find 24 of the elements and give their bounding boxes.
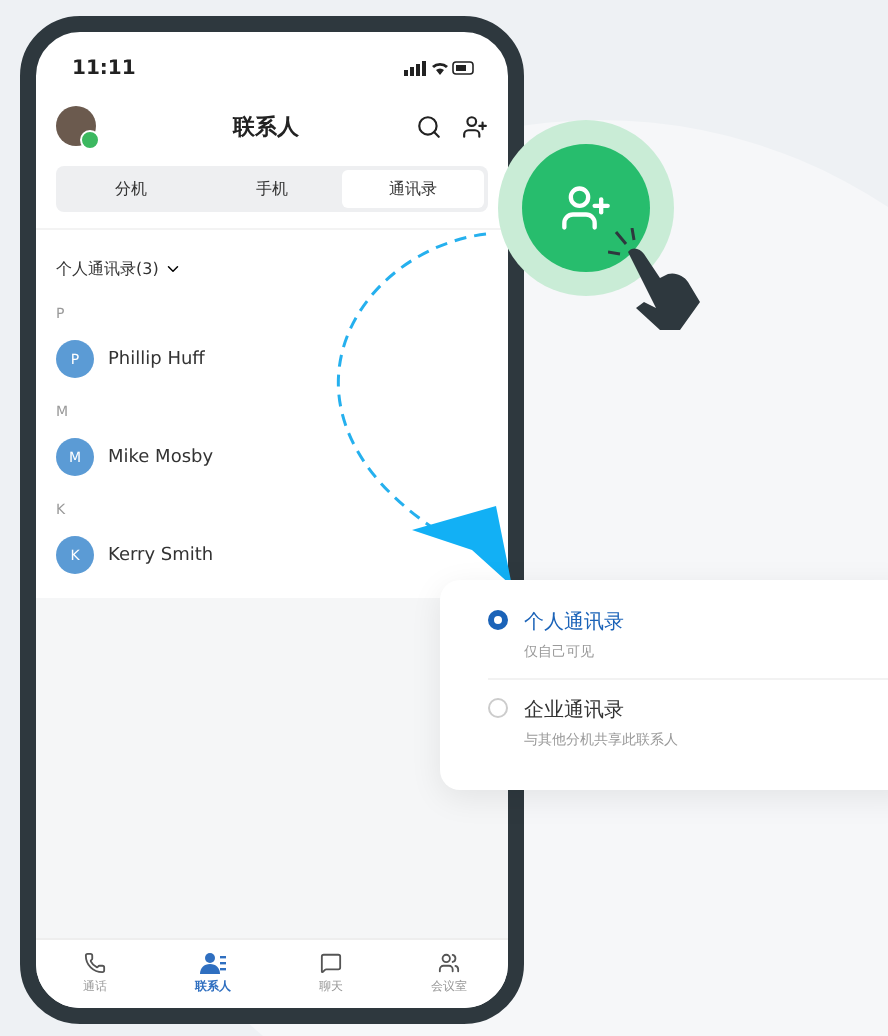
people-icon <box>438 952 460 974</box>
contact-name[interactable]: Phillip Huff <box>108 349 205 369</box>
add-contact-fab[interactable] <box>522 144 650 272</box>
tab[interactable]: 手机 <box>201 170 343 208</box>
chevron-down-icon[interactable] <box>164 260 183 278</box>
option-title[interactable]: 个人通讯录 <box>524 608 624 636</box>
status-time: 11:11 <box>72 57 136 79</box>
radio-button[interactable] <box>488 610 508 630</box>
tab[interactable]: 分机 <box>60 170 202 208</box>
add-contact-button[interactable] <box>462 113 488 139</box>
search-button[interactable] <box>416 113 442 139</box>
online-badge <box>80 130 100 150</box>
contact-name[interactable]: Mike Mosby <box>108 447 214 467</box>
contacts-icon <box>200 952 226 974</box>
add-user-icon <box>560 182 612 234</box>
status-icons <box>404 60 476 76</box>
user-avatar[interactable] <box>56 106 96 146</box>
phone-icon <box>84 952 106 974</box>
chat-icon <box>320 952 342 974</box>
tab[interactable]: 通讯录 <box>342 170 485 208</box>
group-label[interactable]: 个人通讯录(3) <box>56 258 159 280</box>
option-title[interactable]: 企业通讯录 <box>524 696 678 724</box>
contact-name[interactable]: Kerry Smith <box>108 545 214 565</box>
page-title: 联系人 <box>230 111 301 141</box>
